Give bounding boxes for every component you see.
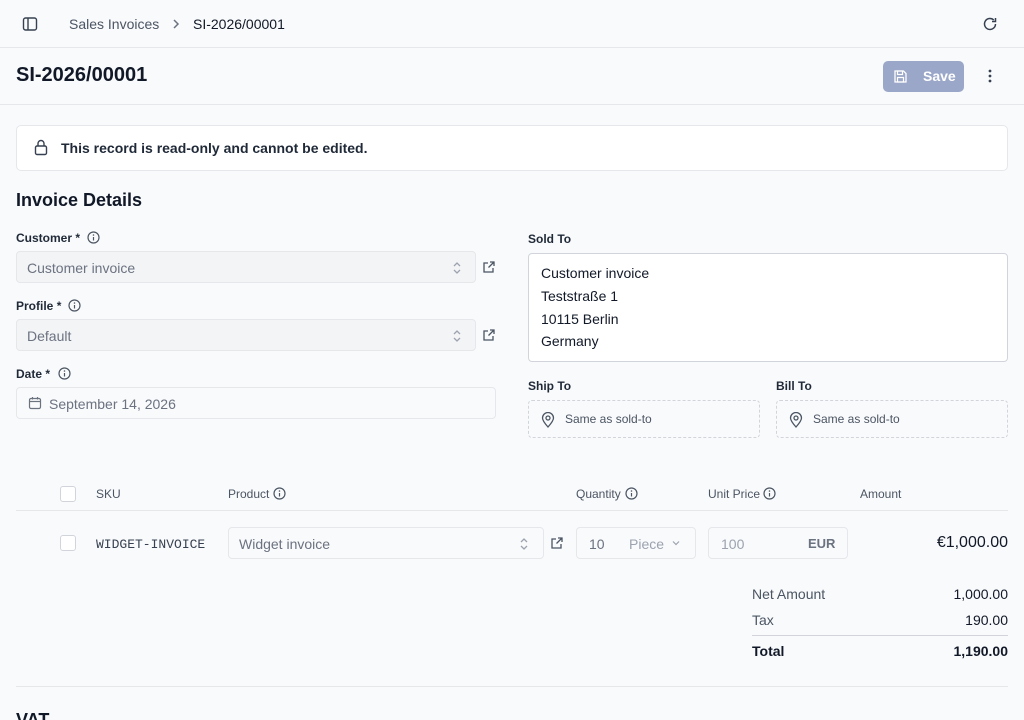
chevron-right-icon [170,17,182,31]
unit-price-field[interactable]: 100 EUR [708,527,848,559]
chevron-up-down-icon [451,328,463,344]
select-all-checkbox[interactable] [60,486,76,502]
column-header-unit-price: Unit Price [708,487,761,501]
sold-to-label: Sold To [528,232,572,246]
sold-to-line: Germany [541,333,599,349]
breadcrumb-current: SI-2026/00001 [193,16,285,32]
sold-to-line: Customer invoice [541,265,650,281]
summary-divider [752,635,1008,636]
customer-label: Customer * [16,231,81,245]
date-label: Date * [16,367,51,381]
tax-value: 190.00 [965,612,1008,628]
external-link-icon[interactable] [482,260,496,274]
bill-to-field[interactable]: Same as sold-to [776,400,1008,438]
net-amount-label: Net Amount [752,586,826,602]
refresh-icon[interactable] [982,16,998,32]
unit-price-value: 100 [721,536,745,552]
column-header-quantity: Quantity [576,487,621,501]
chevron-up-down-icon [518,536,530,552]
row-amount: €1,000.00 [936,534,1008,551]
total-value: 1,190.00 [953,643,1009,659]
notice-text: This record is read-only and cannot be e… [61,140,368,156]
profile-label: Profile * [16,299,62,313]
unit-value: Piece [629,536,665,552]
product-select[interactable]: Widget invoice [228,527,544,559]
ship-to-field[interactable]: Same as sold-to [528,400,760,438]
external-link-icon[interactable] [550,536,564,550]
bill-to-value: Same as sold-to [813,412,900,426]
bill-to-label: Bill To [776,379,812,393]
sidebar-toggle-icon[interactable] [22,16,38,32]
customer-value: Customer invoice [27,260,136,276]
net-amount-value: 1,000.00 [953,586,1009,602]
info-icon[interactable] [625,487,638,500]
profile-value: Default [27,328,72,344]
info-icon[interactable] [68,299,81,312]
profile-select[interactable]: Default [16,319,476,351]
column-header-sku: SKU [96,487,121,501]
row-sku: WIDGET-INVOICE [96,537,206,552]
save-icon [893,69,908,84]
save-label: Save [923,68,956,84]
chevron-down-icon [671,538,681,548]
more-vertical-icon[interactable] [982,68,998,84]
chevron-up-down-icon [451,260,463,276]
date-value: September 14, 2026 [49,396,176,412]
column-header-amount: Amount [860,487,902,501]
title-bar [0,48,1024,105]
sold-to-line: Teststraße 1 [541,288,619,304]
map-pin-icon [541,412,555,428]
map-pin-icon [789,412,803,428]
info-icon[interactable] [58,367,71,380]
currency-label: EUR [808,536,836,551]
page-title: SI-2026/00001 [16,64,148,86]
section-divider [16,686,1008,687]
breadcrumb-parent[interactable]: Sales Invoices [69,16,159,32]
section-title: Invoice Details [16,190,143,210]
info-icon[interactable] [273,487,286,500]
table-header-divider [16,510,1008,511]
tax-label: Tax [752,612,774,628]
row-checkbox[interactable] [60,535,76,551]
lock-icon [33,139,49,156]
column-header-product: Product [228,487,270,501]
ship-to-label: Ship To [528,379,572,393]
quantity-field[interactable]: 10 Piece [576,527,696,559]
customer-select[interactable]: Customer invoice [16,251,476,283]
vat-section-title: VAT [16,710,50,720]
total-label: Total [752,643,785,659]
calendar-icon [28,396,42,410]
product-value: Widget invoice [239,536,331,552]
ship-to-value: Same as sold-to [565,412,652,426]
external-link-icon[interactable] [482,328,496,342]
info-icon[interactable] [87,231,100,244]
quantity-value: 10 [589,536,605,552]
info-icon[interactable] [763,487,776,500]
date-field[interactable]: September 14, 2026 [16,387,496,419]
save-button[interactable]: Save [883,61,964,92]
sold-to-line: 10115 Berlin [541,311,619,327]
